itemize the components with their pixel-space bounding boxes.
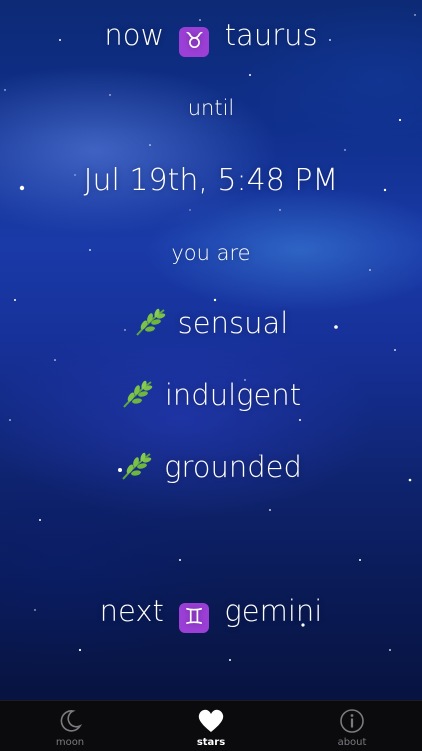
current-sign-line: now ♉ taurus xyxy=(0,18,422,57)
current-sign-name: taurus xyxy=(224,18,318,52)
horoscope-panel: now ♉ taurus until Jul 19th, 5:48 PM you… xyxy=(0,0,422,700)
until-date: Jul 19th, 5:48 PM xyxy=(83,163,339,198)
next-sign-line: next ♊ gemini xyxy=(0,594,422,633)
next-sign-name: gemini xyxy=(224,594,323,628)
you-are-label: you are xyxy=(171,241,251,265)
trait-item: indulgent xyxy=(0,378,422,412)
until-label: until xyxy=(187,96,235,120)
gemini-icon: ♊ xyxy=(179,603,210,633)
heart-icon xyxy=(198,709,224,732)
current-prefix: now xyxy=(104,18,165,52)
moon-icon xyxy=(60,710,83,732)
tab-stars-label: stars xyxy=(196,737,226,748)
herb-icon xyxy=(122,452,152,480)
tab-about-label: about xyxy=(337,737,367,748)
tab-stars[interactable]: stars xyxy=(141,701,281,751)
tab-moon-label: moon xyxy=(55,737,85,748)
trait-label: indulgent xyxy=(164,378,302,412)
herb-icon xyxy=(135,308,165,336)
next-prefix: next xyxy=(99,594,164,628)
herb-icon xyxy=(123,380,153,408)
tab-bar: moon stars about xyxy=(0,700,422,751)
trait-item: sensual xyxy=(0,306,422,340)
info-icon xyxy=(340,709,364,733)
trait-label: sensual xyxy=(177,306,289,340)
tab-moon[interactable]: moon xyxy=(0,701,140,751)
tab-about[interactable]: about xyxy=(282,701,422,751)
trait-label: grounded xyxy=(164,450,302,484)
trait-item: grounded xyxy=(0,450,422,484)
taurus-icon: ♉ xyxy=(179,27,210,57)
